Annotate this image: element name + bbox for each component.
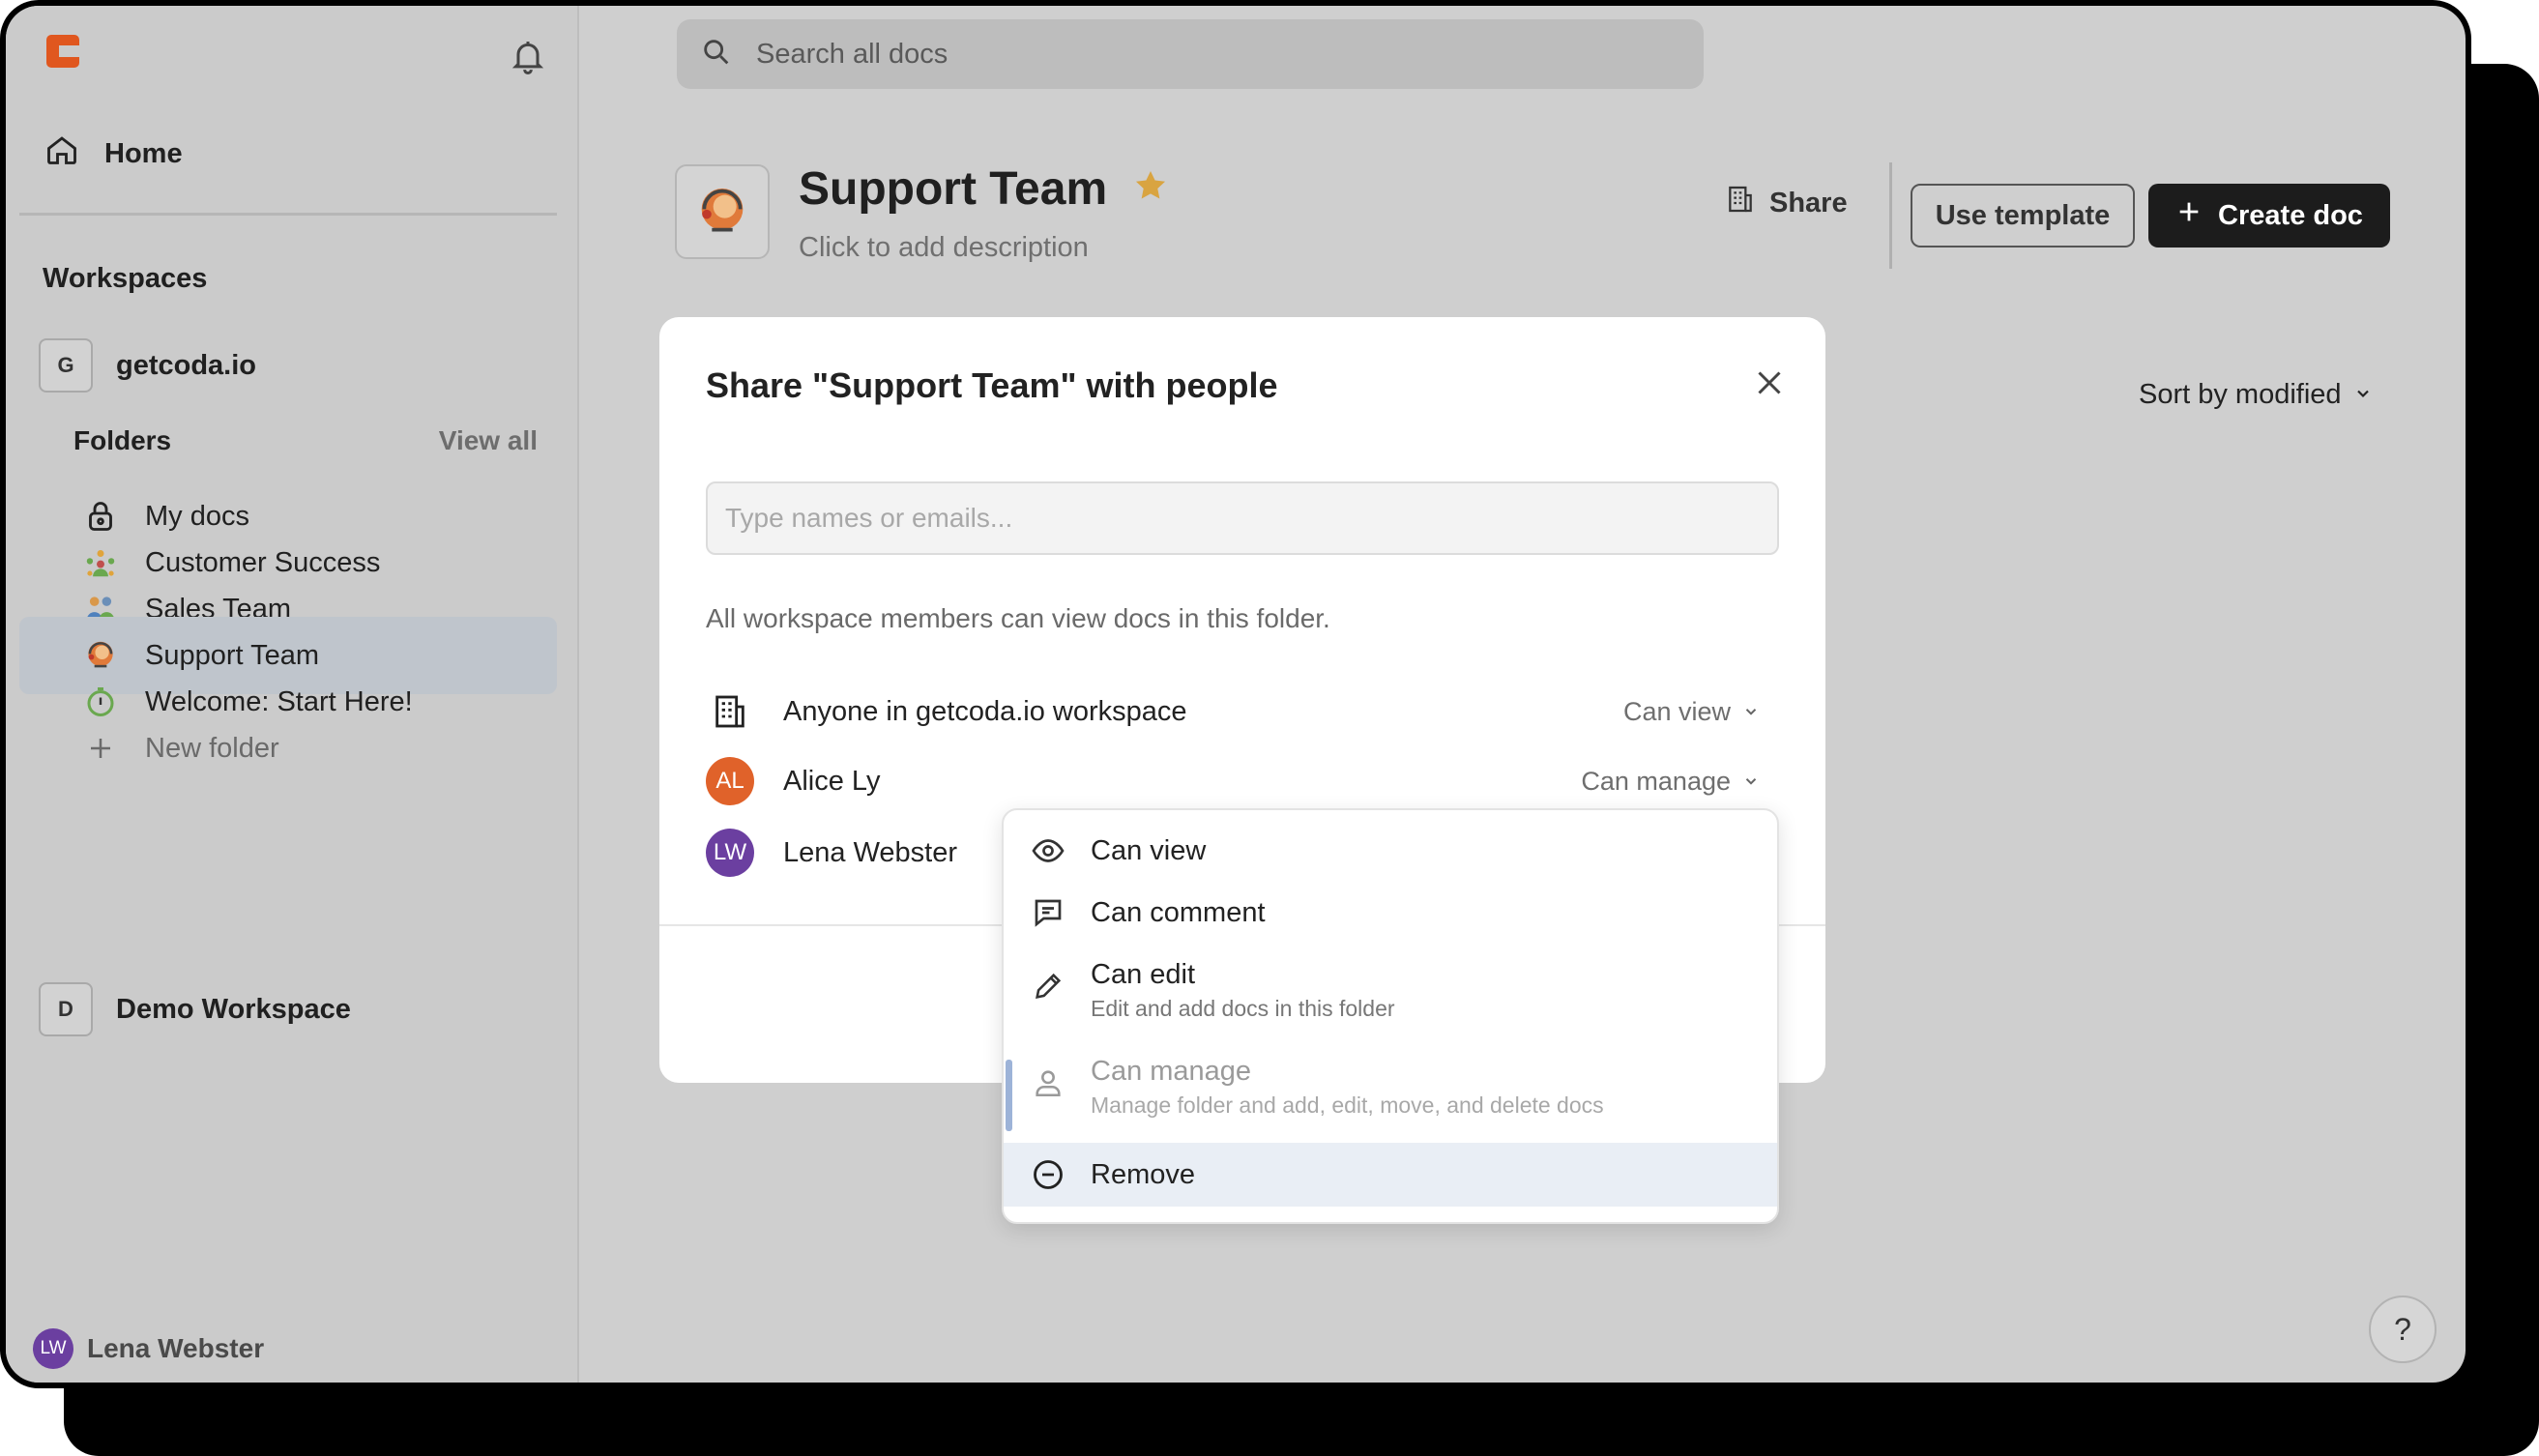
sidebar-item-home[interactable]: Home [44,130,183,178]
new-folder-label: New folder [145,732,279,764]
eye-icon [1029,831,1067,870]
menu-item-sublabel: Edit and add docs in this folder [1091,996,1395,1021]
page-description[interactable]: Click to add description [799,232,1089,264]
bell-icon[interactable] [509,37,547,75]
new-folder-button[interactable]: New folder [19,710,557,787]
minus-circle-icon [1029,1155,1067,1194]
workspace-name: getcoda.io [116,349,257,381]
menu-item-label: Can manage [1091,1056,1252,1087]
sharing-note: All workspace members can view docs in t… [706,603,1330,633]
create-doc-button[interactable]: Create doc [2148,184,2390,248]
plus-icon [81,729,120,768]
avatar: LW [33,1328,73,1369]
workspace-badge: D [39,982,93,1036]
permission-dropdown[interactable]: Can view [1623,697,1760,727]
share-label: Share [1769,187,1848,218]
building-icon [706,687,754,736]
workspace-demo[interactable]: D Demo Workspace [39,982,351,1036]
search-icon [700,36,733,73]
home-label: Home [104,137,183,169]
page-title-text: Support Team [799,163,1108,215]
menu-item-label: Can comment [1091,897,1266,928]
chevron-down-icon [1742,697,1760,727]
entry-name: Anyone in getcoda.io workspace [783,695,1187,727]
permission-menu: Can view Can comment Can edit Edit and a… [1002,808,1779,1224]
use-template-button[interactable]: Use template [1911,184,2135,248]
dialog-title: Share "Support Team" with people [706,365,1278,405]
folders-heading: Folders [73,425,172,455]
workspaces-heading: Workspaces [43,263,208,294]
pencil-icon [1029,967,1067,1005]
share-button[interactable]: Share [1725,184,1848,222]
folders-header: Folders View all [73,425,538,456]
menu-item-can-view[interactable]: Can view [1004,831,1777,870]
sidebar: Home Workspaces G getcoda.io Folders Vie… [6,6,579,1383]
workspace-badge: G [39,338,93,393]
create-doc-label: Create doc [2218,199,2363,231]
view-all-link[interactable]: View all [439,425,538,456]
workspace-getcoda[interactable]: G getcoda.io [39,338,256,393]
star-icon[interactable] [1132,162,1169,216]
search-bar[interactable] [677,19,1704,89]
avatar: AL [706,757,754,805]
menu-item-can-edit[interactable]: Can edit Edit and add docs in this folde… [1004,955,1777,1022]
permission-dropdown[interactable]: Can manage [1581,767,1760,797]
menu-item-can-comment[interactable]: Can comment [1004,893,1777,932]
chevron-down-icon [2353,379,2373,411]
sort-dropdown[interactable]: Sort by modified [2139,379,2373,411]
sort-label: Sort by modified [2139,379,2342,410]
folder-icon-large[interactable] [675,164,770,259]
sidebar-divider [19,213,557,216]
person-icon [1029,1063,1067,1102]
menu-item-label: Remove [1091,1159,1195,1190]
share-entry-alice: AL Alice Ly Can manage [706,754,1779,808]
close-icon[interactable] [1752,365,1787,400]
current-user[interactable]: LW Lena Webster [33,1328,264,1369]
plus-icon [2175,198,2203,233]
entry-name: Alice Ly [783,765,881,797]
invite-input[interactable] [706,481,1779,555]
help-button[interactable]: ? [2369,1296,2437,1363]
menu-item-can-manage: Can manage Manage folder and add, edit, … [1004,1052,1777,1119]
page-title: Support Team [799,162,1169,216]
permission-label: Can manage [1581,766,1731,796]
user-name: Lena Webster [87,1333,265,1363]
home-icon [44,132,79,175]
building-icon [1725,184,1756,222]
avatar: LW [706,829,754,877]
header-divider [1889,162,1892,269]
app-window: Home Workspaces G getcoda.io Folders Vie… [0,0,2471,1388]
entry-name: Lena Webster [783,836,958,868]
coda-logo[interactable] [46,35,79,68]
share-entry-workspace: Anyone in getcoda.io workspace Can view [706,684,1779,739]
menu-item-label: Can edit [1091,959,1196,990]
comment-icon [1029,893,1067,932]
chevron-down-icon [1742,767,1760,797]
menu-item-sublabel: Manage folder and add, edit, move, and d… [1091,1092,1604,1118]
menu-item-label: Can view [1091,835,1207,866]
workspace-name: Demo Workspace [116,993,351,1025]
permission-label: Can view [1622,696,1731,726]
app-surface: Home Workspaces G getcoda.io Folders Vie… [6,6,2466,1383]
menu-item-remove[interactable]: Remove [1004,1143,1777,1207]
search-input[interactable] [756,38,1626,71]
